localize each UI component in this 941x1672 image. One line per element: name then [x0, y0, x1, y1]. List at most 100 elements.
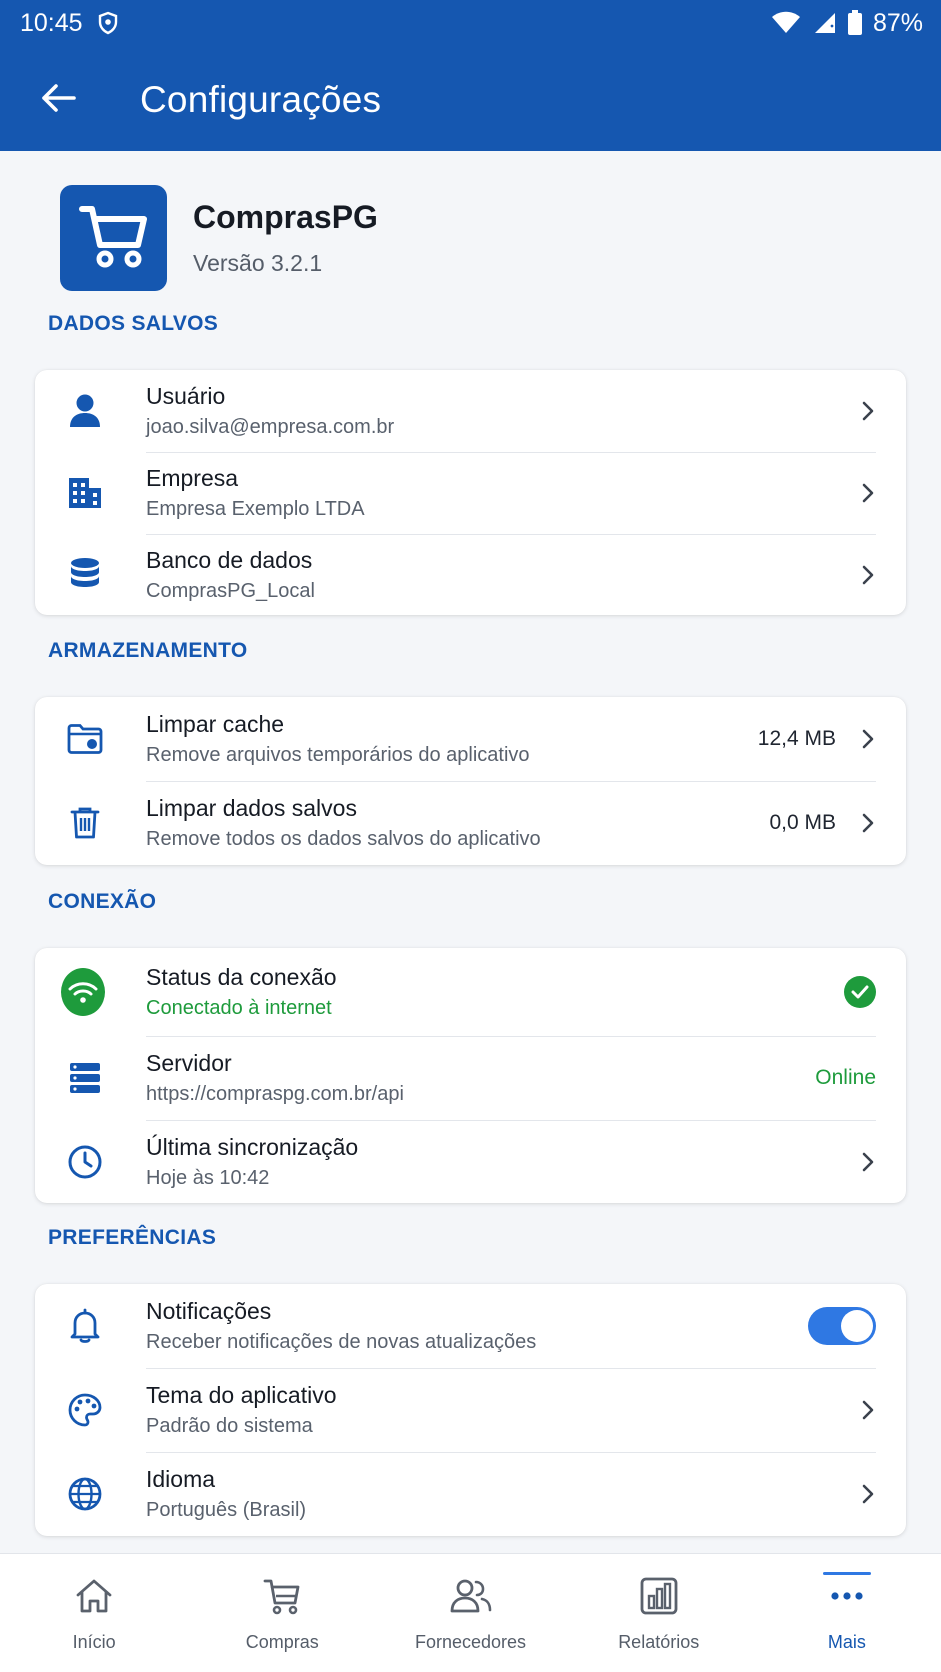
status-time: 10:45 — [20, 8, 83, 37]
app-name: ComprasPG — [193, 199, 378, 235]
palette-icon — [65, 1390, 105, 1430]
nav-label: Compras — [245, 1632, 319, 1652]
section-title-storage: ARMAZENAMENTO — [48, 639, 248, 662]
row-subtitle: Receber notificações de novas atualizaçõ… — [146, 1331, 537, 1353]
section-title-saved-data: DADOS SALVOS — [48, 312, 219, 335]
nav-label: Mais — [827, 1632, 866, 1652]
storage-card: Limpar cache Remove arquivos temporários… — [35, 697, 906, 865]
row-subtitle: Padrão do sistema — [146, 1415, 313, 1437]
row-title: Servidor — [146, 1050, 232, 1076]
section-title-connection: CONEXÃO — [48, 890, 157, 913]
row-subtitle: Empresa Exemplo LTDA — [146, 498, 365, 520]
row-title: Idioma — [146, 1466, 216, 1492]
bottom-nav: Início Compras Fornecedores Relatórios M… — [0, 1553, 941, 1672]
connection-card: Status da conexão Conectado à internet S… — [35, 948, 906, 1203]
row-title: Tema do aplicativo — [146, 1382, 337, 1408]
row-user[interactable]: Usuário joao.silva@empresa.com.br — [35, 370, 906, 452]
toggle-knob — [841, 1310, 873, 1342]
row-title: Limpar dados salvos — [146, 795, 357, 821]
back-button[interactable] — [18, 60, 98, 140]
row-language[interactable]: Idioma Português (Brasil) — [35, 1452, 906, 1536]
arrow-left-icon — [40, 83, 76, 118]
nav-item-more[interactable]: Mais — [753, 1554, 941, 1672]
page-title: Configurações — [140, 79, 382, 120]
nav-item-purchases[interactable]: Compras — [188, 1554, 376, 1672]
row-subtitle: Português (Brasil) — [146, 1499, 307, 1521]
trash-icon — [65, 803, 105, 843]
more-icon — [827, 1576, 867, 1616]
building-icon — [65, 473, 105, 513]
connection-status-icon-wrap — [61, 968, 105, 1016]
globe-icon — [65, 1474, 105, 1514]
row-server[interactable]: Servidor https://compraspg.com.br/api On… — [35, 1036, 906, 1120]
row-title: Usuário — [146, 383, 226, 409]
users-icon — [449, 1576, 493, 1616]
row-subtitle: https://compraspg.com.br/api — [146, 1083, 404, 1105]
row-last-sync[interactable]: Última sincronização Hoje às 10:42 — [35, 1120, 906, 1203]
saved-data-size: 0,0 MB — [769, 811, 836, 834]
chevron-right-icon — [858, 483, 878, 503]
section-title-preferences: PREFERÊNCIAS — [48, 1226, 217, 1249]
active-indicator — [822, 1572, 871, 1575]
server-status: Online — [815, 1066, 876, 1089]
cart-icon — [78, 203, 150, 274]
row-title: Status da conexão — [146, 964, 337, 990]
chevron-right-icon — [858, 1484, 878, 1504]
app-info-header: ComprasPG Versão 3.2.1 — [60, 185, 378, 291]
wifi-status-icon — [771, 11, 801, 35]
database-icon — [65, 555, 105, 595]
toolbar: Configurações — [0, 60, 941, 140]
app-bar: 10:45 87% Configurações — [0, 0, 941, 151]
app-logo — [60, 185, 167, 291]
nav-item-reports[interactable]: Relatórios — [565, 1554, 753, 1672]
cache-size: 12,4 MB — [757, 727, 836, 750]
row-database[interactable]: Banco de dados ComprasPG_Local — [35, 534, 906, 615]
row-subtitle: Hoje às 10:42 — [146, 1166, 270, 1189]
row-subtitle: joao.silva@empresa.com.br — [146, 416, 395, 438]
nav-label: Início — [72, 1632, 116, 1652]
preferences-card: Notificações Receber notificações de nov… — [35, 1284, 906, 1536]
check-icon — [844, 976, 876, 1008]
row-clear-saved-data[interactable]: Limpar dados salvos Remove todos os dado… — [35, 781, 906, 865]
row-company[interactable]: Empresa Empresa Exemplo LTDA — [35, 452, 906, 534]
chevron-right-icon — [858, 1400, 878, 1420]
row-title: Banco de dados — [146, 546, 313, 573]
row-title: Empresa — [146, 465, 239, 491]
nav-item-suppliers[interactable]: Fornecedores — [376, 1554, 564, 1672]
bell-icon — [65, 1306, 105, 1346]
row-title: Limpar cache — [146, 711, 285, 737]
row-connection-status: Status da conexão Conectado à internet — [35, 948, 906, 1036]
row-subtitle: Conectado à internet — [146, 997, 332, 1019]
row-subtitle: Remove todos os dados salvos do aplicati… — [146, 828, 541, 850]
chevron-right-icon — [858, 565, 878, 585]
chevron-right-icon — [858, 813, 878, 833]
signal-icon — [811, 11, 837, 35]
row-clear-cache[interactable]: Limpar cache Remove arquivos temporários… — [35, 697, 906, 781]
chevron-right-icon — [858, 401, 878, 421]
chevron-right-icon — [858, 729, 878, 749]
app-version: Versão 3.2.1 — [193, 250, 323, 276]
settings-content[interactable]: ComprasPG Versão 3.2.1 DADOS SALVOS Usuá… — [0, 151, 941, 1553]
row-notifications: Notificações Receber notificações de nov… — [35, 1284, 906, 1368]
user-icon — [65, 391, 105, 431]
battery-icon — [847, 10, 863, 36]
notifications-toggle[interactable] — [808, 1307, 876, 1345]
nav-item-home[interactable]: Início — [0, 1554, 188, 1672]
row-app-theme[interactable]: Tema do aplicativo Padrão do sistema — [35, 1368, 906, 1452]
row-title: Última sincronização — [146, 1133, 359, 1160]
nav-label: Fornecedores — [414, 1632, 527, 1652]
status-bar: 10:45 87% — [0, 0, 941, 46]
row-subtitle: ComprasPG_Local — [146, 579, 315, 602]
clock-icon — [65, 1142, 105, 1182]
server-icon — [65, 1058, 105, 1098]
home-icon — [74, 1576, 114, 1616]
shield-icon — [97, 11, 119, 35]
wifi-icon — [61, 968, 105, 1016]
cart-icon — [262, 1576, 302, 1616]
row-title: Notificações — [146, 1298, 272, 1324]
chart-icon — [639, 1576, 679, 1616]
folder-icon — [65, 719, 105, 759]
nav-label: Relatórios — [618, 1632, 700, 1652]
chevron-right-icon — [858, 1152, 878, 1172]
row-subtitle: Remove arquivos temporários do aplicativ… — [146, 744, 530, 766]
